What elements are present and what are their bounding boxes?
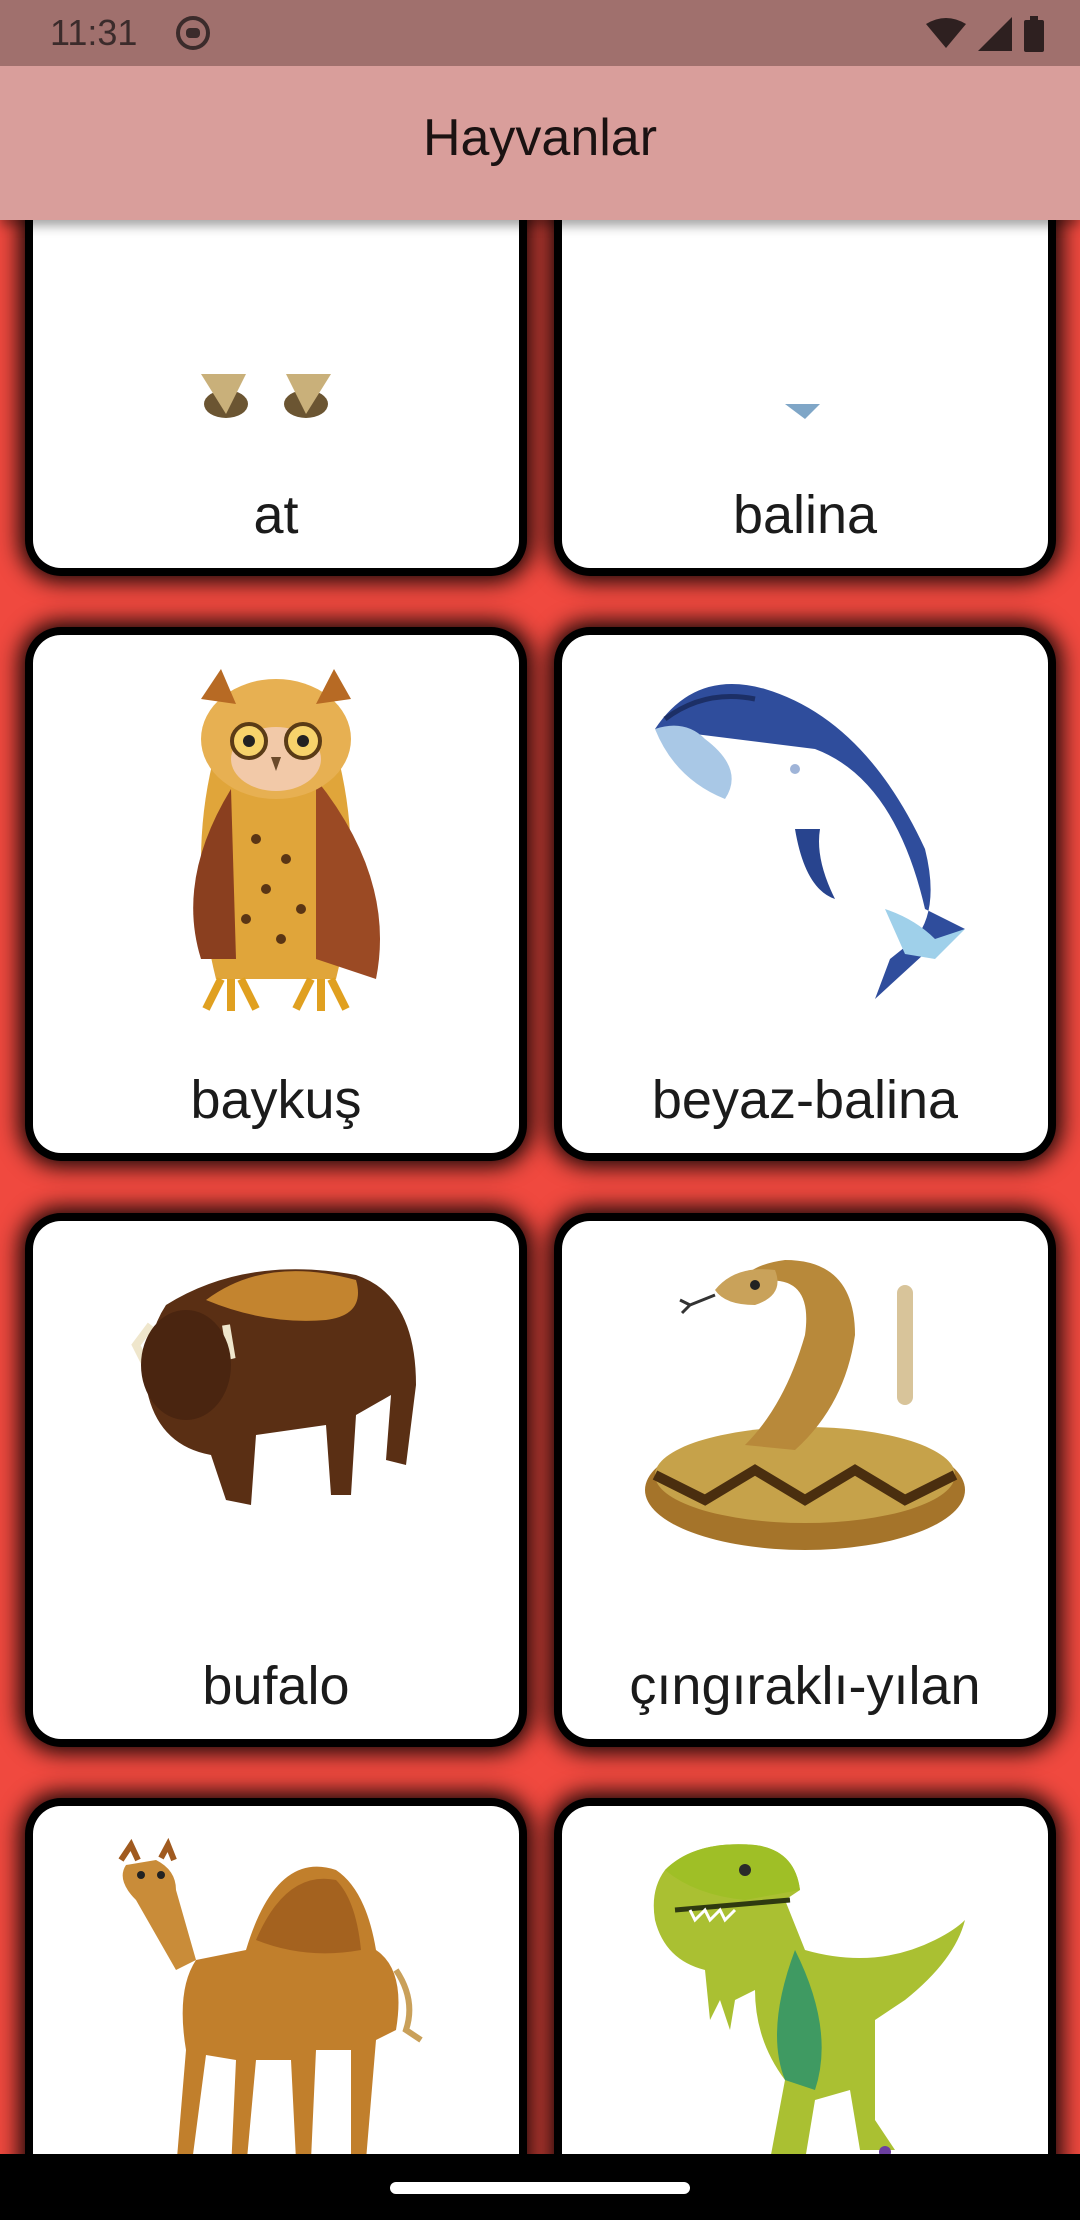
battery-icon (1024, 16, 1044, 52)
white-whale-icon (655, 684, 965, 999)
animal-card-baykus[interactable]: baykuş (33, 635, 519, 1153)
home-gesture-handle[interactable] (390, 2182, 690, 2194)
rattlesnake-icon (645, 1260, 965, 1550)
card-label: bufalo (202, 1656, 350, 1716)
animal-card-balina[interactable]: balina (562, 220, 1048, 568)
owl-icon (193, 669, 380, 1011)
buffalo-icon (131, 1269, 416, 1505)
status-bar: 11:31 (0, 0, 1080, 66)
app-notification-icon (176, 16, 210, 50)
animal-card-at[interactable]: at (33, 220, 519, 568)
signal-icon (978, 17, 1012, 51)
animal-card-beyaz-balina[interactable]: beyaz-balina (562, 635, 1048, 1153)
wifi-icon (926, 18, 966, 48)
status-icons (926, 14, 1044, 54)
status-time: 11:31 (50, 12, 138, 53)
camel-icon (118, 1837, 423, 2154)
animal-card-bufalo[interactable]: bufalo (33, 1221, 519, 1739)
page-title: Hayvanlar (422, 109, 658, 167)
card-label: baykuş (190, 1070, 362, 1130)
animal-card-deve[interactable]: deve (33, 1806, 519, 2154)
animal-card-cingirakli-yilan[interactable]: çıngıraklı-yılan (562, 1221, 1048, 1739)
card-label: balina (732, 485, 878, 545)
horse-icon (201, 374, 331, 418)
card-label: beyaz-balina (651, 1070, 959, 1130)
card-label: at (253, 485, 299, 545)
dinosaur-icon (653, 1844, 965, 2154)
animal-grid[interactable]: at balina baykuş beyaz-balina bufalo çın… (0, 220, 1080, 2154)
whale-icon (785, 404, 820, 419)
card-label: çıngıraklı-yılan (629, 1656, 981, 1716)
app-bar: Hayvanlar (0, 66, 1080, 220)
animal-card-dinazor[interactable]: dinazor (562, 1806, 1048, 2154)
navigation-bar (0, 2154, 1080, 2220)
